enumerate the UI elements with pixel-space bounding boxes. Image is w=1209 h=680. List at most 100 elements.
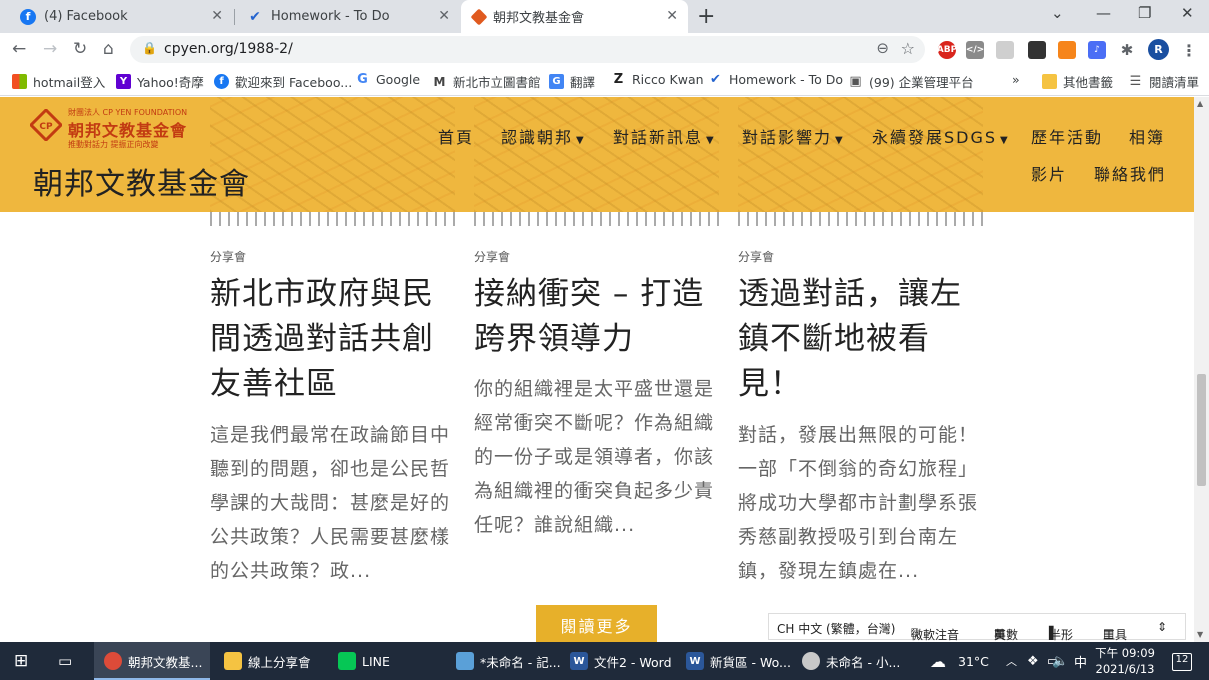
profile-avatar[interactable]: R: [1148, 39, 1169, 60]
task-view-icon[interactable]: ▭: [58, 642, 72, 680]
tab-strip: f (4) Facebook ✕ ✔ Homework - To Do ✕ 朝邦…: [0, 0, 1209, 33]
extension-dark-icon[interactable]: [1028, 41, 1046, 59]
bookmark-translate[interactable]: G 翻譯: [549, 72, 595, 91]
bookmark-other-folder[interactable]: 其他書籤: [1042, 72, 1113, 91]
taskbar-item-chrome[interactable]: 朝邦文教基...: [94, 642, 210, 680]
dropbox-icon[interactable]: ❖: [1027, 642, 1039, 680]
back-icon[interactable]: ←: [12, 39, 26, 59]
ime-options-icon[interactable]: ⇕: [1157, 620, 1167, 634]
extension-audio-icon[interactable]: ♪: [1088, 41, 1106, 59]
site-header: CP 財團法人 CP YEN FOUNDATION 朝邦文教基金會 推動對話力 …: [0, 97, 1194, 212]
notification-center-icon[interactable]: 12: [1172, 653, 1192, 671]
bookmark-label: 其他書籤: [1063, 75, 1114, 90]
foundation-logo-icon[interactable]: CP: [30, 109, 62, 141]
post-thumbnail[interactable]: [738, 212, 983, 226]
scroll-down-icon[interactable]: ▼: [1197, 630, 1203, 639]
clock-time: 下午 09:09: [1095, 646, 1155, 660]
weather-temperature[interactable]: 31°C: [958, 642, 989, 680]
nav-dialogue-news[interactable]: 對話新訊息 ▼: [613, 124, 716, 148]
nav-past-events[interactable]: 歷年活動: [1031, 124, 1103, 148]
post-thumbnail[interactable]: [474, 212, 719, 226]
extension-code-icon[interactable]: </>: [966, 41, 984, 59]
taskbar-item-notepad[interactable]: *未命名 - 記...: [452, 642, 564, 680]
bookmark-reading-list[interactable]: ☰ 閱讀清單: [1128, 72, 1199, 91]
close-icon[interactable]: ✕: [438, 8, 450, 24]
bookmark-hotmail[interactable]: hotmail登入: [12, 72, 105, 91]
post-title[interactable]: 透過對話，讓左鎮不斷地被看見！: [738, 272, 978, 407]
address-bar[interactable]: 🔒 cpyen.org/1988-2/ ⊖ ☆: [130, 36, 925, 63]
more-menu-icon[interactable]: ⋮: [1180, 41, 1198, 60]
forward-icon[interactable]: →: [43, 39, 57, 59]
restore-icon[interactable]: ❐: [1138, 4, 1151, 22]
ime-indicator[interactable]: 中: [1074, 642, 1087, 680]
bookmark-star-icon[interactable]: ☆: [901, 39, 915, 58]
tab-title: 朝邦文教基金會: [493, 11, 585, 26]
nav-dialogue-impact[interactable]: 對話影響力 ▼: [742, 124, 845, 148]
read-more-button[interactable]: 閱讀更多: [536, 605, 657, 645]
nav-albums[interactable]: 相簿: [1129, 124, 1165, 148]
system-clock[interactable]: 下午 09:09 2021/6/13: [1094, 645, 1156, 677]
post-category[interactable]: 分享會: [210, 248, 246, 265]
nav-sdgs[interactable]: 永續發展SDGS ▼: [872, 124, 1010, 148]
bookmark-ricco-kwan[interactable]: Z Ricco Kwan: [611, 72, 704, 87]
start-windows-icon[interactable]: ⊞: [14, 642, 28, 680]
nav-videos[interactable]: 影片: [1031, 161, 1067, 185]
tray-chevron-up-icon[interactable]: ︿: [1006, 642, 1017, 680]
bookmark-google[interactable]: G Google: [355, 72, 420, 87]
tab-search-icon[interactable]: ⌄: [1051, 4, 1064, 22]
abp-icon[interactable]: ABP: [937, 41, 957, 59]
post-category[interactable]: 分享會: [738, 248, 774, 265]
caret-down-icon: ▼: [706, 135, 716, 146]
minimize-icon[interactable]: —: [1096, 4, 1111, 22]
tab-cpyen[interactable]: 朝邦文教基金會 ✕: [461, 0, 688, 33]
extensions-puzzle-icon[interactable]: ✱: [1118, 41, 1136, 59]
post-category[interactable]: 分享會: [474, 248, 510, 265]
home-icon[interactable]: ⌂: [103, 39, 114, 59]
post-title[interactable]: 新北市政府與民間透過對話共創友善社區: [210, 272, 460, 407]
reading-list-icon: ☰: [1129, 74, 1142, 89]
post-excerpt: 你的組織裡是太平盛世還是經常衝突不斷呢？作為組織的一份子或是領導者，你該為組織裡…: [474, 378, 715, 536]
cpyen-icon: [470, 8, 488, 25]
bookmark-library[interactable]: M 新北市立圖書館: [432, 72, 541, 91]
nav-about[interactable]: 認識朝邦 ▼: [501, 124, 586, 148]
lock-icon[interactable]: 🔒: [142, 41, 157, 55]
bookmark-yahoo[interactable]: Y Yahoo!奇摩: [116, 72, 204, 91]
bookmark-platform[interactable]: ▣ (99) 企業管理平台: [848, 72, 973, 91]
taskbar-item-word-doc2[interactable]: W 文件2 - Word: [568, 642, 680, 680]
nav-contact[interactable]: 聯絡我們: [1094, 161, 1166, 185]
url-text[interactable]: cpyen.org/1988-2/: [164, 41, 293, 57]
taskbar-item-word-new[interactable]: W 新貨區 - Wo...: [684, 642, 796, 680]
taskbar-item-folder[interactable]: 線上分享會: [216, 642, 332, 680]
zoom-icon[interactable]: ⊖: [876, 39, 889, 57]
tab-facebook[interactable]: f (4) Facebook ✕: [8, 0, 233, 33]
close-icon[interactable]: ✕: [211, 8, 223, 24]
window-close-icon[interactable]: ✕: [1181, 4, 1194, 22]
new-tab-button[interactable]: +: [697, 4, 715, 29]
bookmark-homework[interactable]: ✔ Homework - To Do: [708, 72, 843, 87]
post-thumbnail[interactable]: [210, 212, 455, 226]
site-title[interactable]: 朝邦文教基金會: [33, 159, 250, 203]
nav-home[interactable]: 首頁: [438, 124, 474, 148]
metamask-icon[interactable]: [1058, 41, 1076, 59]
bookmarks-overflow-button[interactable]: »: [1012, 72, 1020, 87]
scrollbar-thumb[interactable]: [1197, 374, 1206, 486]
windows-icon: [12, 74, 27, 89]
tab-homework[interactable]: ✔ Homework - To Do ✕: [235, 0, 460, 33]
post-title[interactable]: 接納衝突 – 打造跨界領導力: [474, 272, 724, 362]
chrome-icon: [104, 652, 122, 670]
extension-window-icon[interactable]: [996, 41, 1014, 59]
bookmark-label: 閱讀清單: [1149, 75, 1200, 90]
taskbar-item-line[interactable]: LINE: [334, 642, 442, 680]
bookmarks-bar: hotmail登入 Y Yahoo!奇摩 f 歡迎來到 Faceboo... G…: [0, 66, 1209, 96]
close-icon[interactable]: ✕: [666, 8, 678, 24]
bookmark-facebook[interactable]: f 歡迎來到 Faceboo...: [214, 72, 352, 91]
logo-name[interactable]: 朝邦文教基金會: [68, 117, 187, 141]
page-scrollbar[interactable]: ▲ ▼: [1194, 97, 1209, 642]
speaker-icon[interactable]: 🔈: [1052, 642, 1068, 680]
tab-title: (4) Facebook: [44, 9, 128, 24]
taskbar-item-paint[interactable]: 未命名 - 小...: [800, 642, 912, 680]
ime-language[interactable]: CH 中文 (繁體，台灣): [777, 620, 895, 637]
scroll-up-icon[interactable]: ▲: [1197, 99, 1203, 108]
weather-cloud-icon[interactable]: ☁: [930, 642, 946, 680]
reload-icon[interactable]: ↻: [73, 39, 87, 59]
